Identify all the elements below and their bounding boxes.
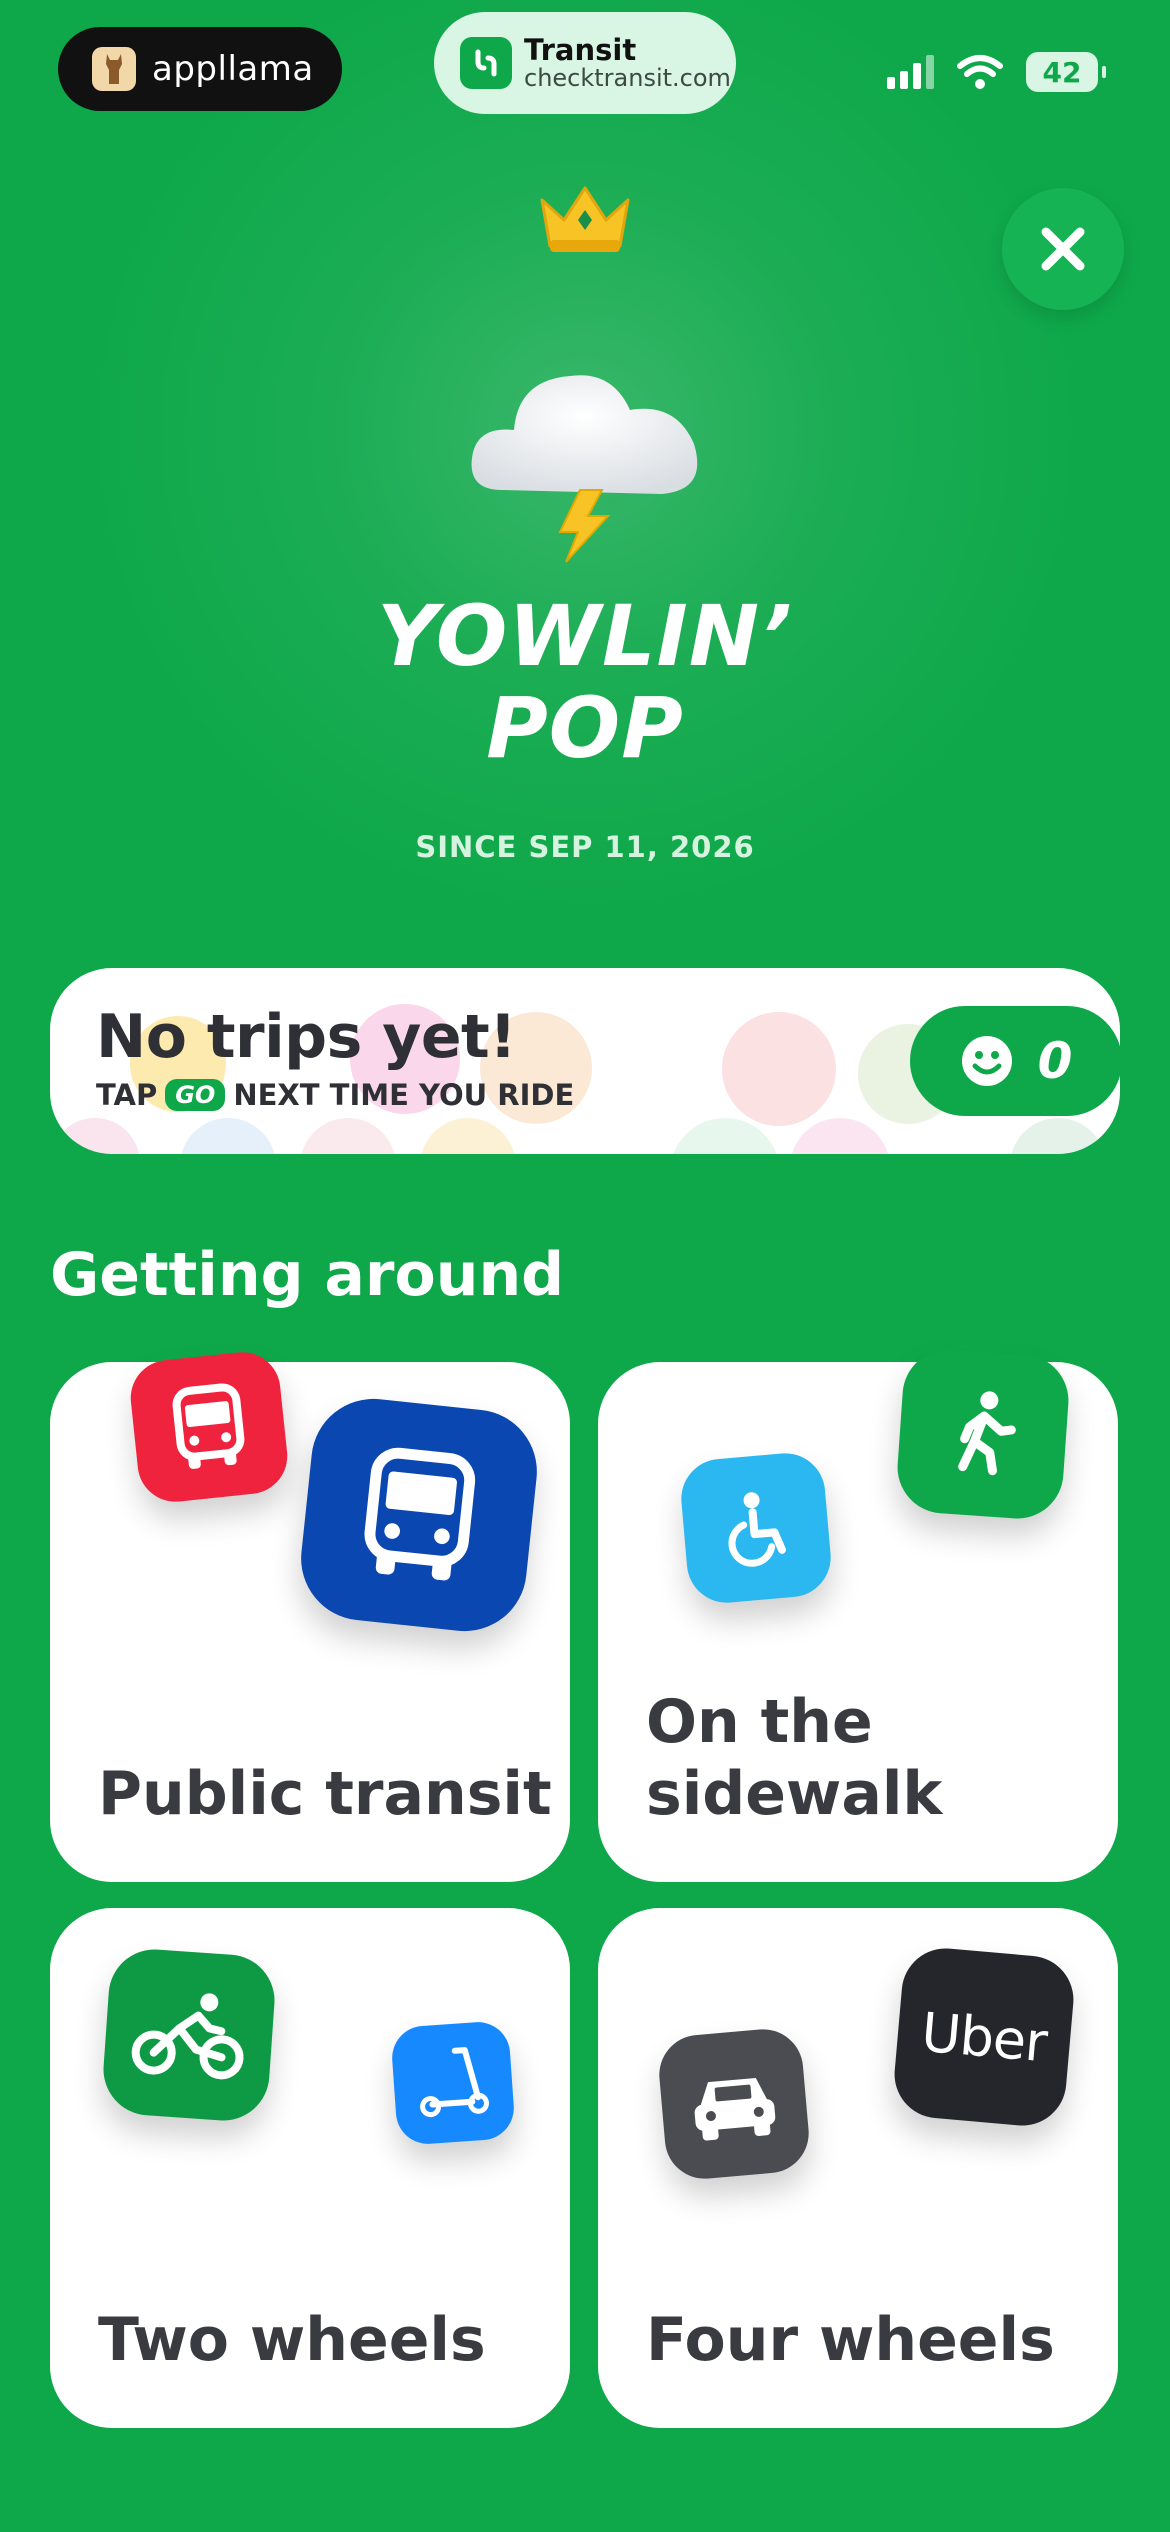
llama-icon (92, 47, 136, 91)
appllama-label: appllama (152, 49, 314, 89)
blue-bus-icon (295, 1392, 543, 1638)
emoji-count: 0 (1037, 1032, 1073, 1090)
appllama-pill[interactable]: appllama (58, 27, 342, 111)
decorative-emoji-bubble (420, 1118, 516, 1154)
trips-title: No trips yet! (96, 1002, 517, 1072)
trips-card[interactable]: No trips yet! TAP GO NEXT TIME YOU RIDE … (50, 968, 1120, 1154)
tile-public-transit[interactable]: Public transit (50, 1348, 570, 1882)
red-bus-icon (126, 1348, 292, 1506)
uber-logo-text: Uber (918, 2000, 1050, 2074)
decorative-emoji-bubble (300, 1118, 396, 1154)
trips-hint-prefix: TAP (96, 1078, 158, 1112)
crown-icon (540, 186, 630, 252)
scooter-icon (390, 2020, 516, 2146)
close-icon (1041, 227, 1085, 271)
wifi-icon (957, 55, 1003, 89)
car-icon (655, 2025, 813, 2183)
wheelchair-icon (677, 1449, 835, 1607)
app-url: checktransit.com (524, 63, 731, 92)
storm-cloud-avatar-icon (471, 375, 698, 563)
cellular-signal-icon (887, 55, 934, 89)
tile-on-the-sidewalk[interactable]: On the sidewalk (598, 1346, 1118, 1882)
status-indicators: 42 (887, 52, 1106, 92)
battery-indicator: 42 (1026, 52, 1106, 92)
tile-label: Two wheels (98, 2305, 486, 2375)
trips-hint-suffix: NEXT TIME YOU RIDE (233, 1078, 575, 1112)
member-since: SINCE SEP 11, 2026 (415, 830, 755, 864)
go-chip: GO (165, 1079, 226, 1111)
section-title: Getting around (50, 1240, 565, 1310)
uber-logo-icon: Uber (890, 1944, 1078, 2130)
tile-label-line-1: On the (646, 1687, 873, 1757)
smiley-icon (961, 1036, 1012, 1086)
close-button[interactable] (1002, 188, 1124, 310)
decorative-emoji-bubble (722, 1012, 836, 1126)
emoji-count-pill[interactable]: 0 (910, 1006, 1120, 1116)
transit-logo-icon (460, 37, 512, 89)
bicycle-icon (100, 1946, 278, 2124)
tile-two-wheels[interactable]: Two wheels (50, 1908, 570, 2428)
profile-title-line-2: POP (486, 679, 684, 777)
trips-hint: TAP GO NEXT TIME YOU RIDE (96, 1078, 574, 1112)
tile-label-line-2: sidewalk (646, 1759, 943, 1829)
app-name: Transit (524, 33, 637, 68)
tile-label: Public transit (98, 1759, 552, 1829)
transit-app-pill[interactable]: Transit checktransit.com (434, 12, 736, 114)
decorative-emoji-bubble (790, 1118, 890, 1154)
decorative-emoji-bubble (1010, 1118, 1106, 1154)
decorative-emoji-bubble (50, 1118, 140, 1154)
tile-four-wheels[interactable]: Uber Four wheels (598, 1908, 1118, 2428)
walking-person-icon (894, 1346, 1072, 1522)
profile-title: YOWLIN’ POP (0, 590, 1170, 774)
decorative-emoji-bubble (180, 1118, 276, 1154)
profile-title-line-1: YOWLIN’ (377, 587, 793, 685)
tile-label: Four wheels (646, 2305, 1055, 2375)
tile-label: On the sidewalk (646, 1686, 942, 1830)
